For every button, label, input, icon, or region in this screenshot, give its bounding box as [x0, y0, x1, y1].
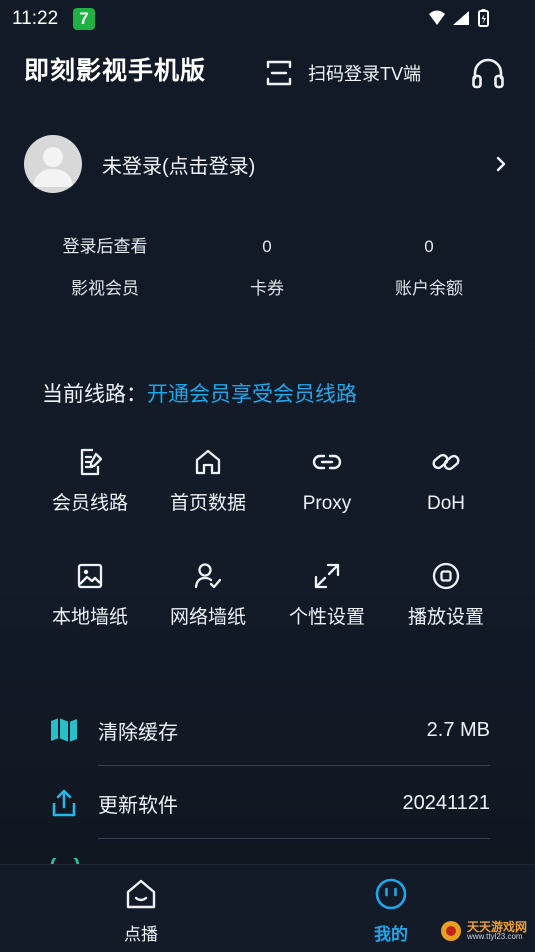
- site-watermark: 天天游戏网 www.ttyl23.com: [439, 917, 527, 945]
- wifi-icon: [429, 10, 445, 25]
- user-check-icon: [194, 563, 222, 589]
- route-label: 当前线路：: [42, 383, 147, 406]
- edit-document-icon: [80, 448, 103, 476]
- grid-item-label: 个性设置: [288, 607, 365, 628]
- vip-route-link[interactable]: 开通会员享受会员线路: [147, 383, 357, 406]
- divider: [98, 765, 490, 766]
- default-user-icon: [33, 147, 73, 187]
- stat-value: 0: [262, 237, 272, 256]
- nav-tab-vod[interactable]: 点播: [96, 877, 186, 945]
- stat-balance[interactable]: 0 账户余额: [348, 235, 510, 301]
- grid-item-label: 播放设置: [407, 607, 484, 628]
- stat-label: 卡券: [250, 279, 284, 298]
- grid-item-personal-settings[interactable]: 个性设置: [267, 560, 387, 630]
- nav-label: 点播: [124, 925, 158, 944]
- grid-item-home-data[interactable]: 首页数据: [148, 446, 268, 516]
- watermark-url: www.ttyl23.com: [466, 932, 523, 941]
- home-icon: [195, 449, 221, 475]
- list-item-update-software[interactable]: 更新软件 20241121: [48, 773, 490, 833]
- link-icon: [312, 454, 342, 470]
- app-title: 即刻影视手机版: [24, 57, 207, 85]
- expand-icon: [314, 563, 340, 589]
- stop-circle-icon: [432, 562, 460, 590]
- smile-icon: [375, 878, 407, 910]
- headset-icon[interactable]: [470, 56, 506, 92]
- scan-login-label: 扫码登录TV端: [308, 64, 422, 84]
- cache-size-value: 2.7 MB: [426, 718, 490, 741]
- stat-value: 0: [424, 237, 434, 256]
- stat-label: 影视会员: [71, 279, 139, 298]
- grid-item-label: 网络墙纸: [169, 607, 246, 628]
- watermark-logo-icon: [440, 921, 461, 941]
- status-bar: 11:22 7: [0, 0, 535, 36]
- share-upload-icon: [52, 789, 76, 817]
- grid-item-label: 首页数据: [169, 493, 246, 514]
- stat-coupons[interactable]: 0 卡券: [186, 235, 348, 301]
- avatar: [24, 135, 82, 193]
- image-icon: [77, 563, 103, 589]
- scan-login-tv-button[interactable]: 扫码登录TV端: [264, 56, 421, 90]
- nav-label: 我的: [374, 925, 408, 944]
- divider: [98, 838, 490, 839]
- chevron-right-icon: [496, 156, 506, 172]
- chain-link-icon: [432, 453, 460, 471]
- status-time: 11:22: [12, 8, 59, 29]
- nav-tab-mine[interactable]: 我的: [346, 877, 436, 945]
- app-notification-badge: 7: [73, 8, 95, 30]
- list-item-label: 清除缓存: [98, 721, 178, 744]
- login-prompt: 未登录(点击登录): [102, 155, 256, 178]
- stat-label: 账户余额: [395, 279, 463, 298]
- grid-item-network-wallpaper[interactable]: 网络墙纸: [148, 560, 268, 630]
- list-item-clear-cache[interactable]: 清除缓存 2.7 MB: [48, 700, 490, 760]
- grid-item-label: 本地墙纸: [51, 607, 128, 628]
- list-item-label: 更新软件: [98, 794, 178, 817]
- grid-item-label: DoH: [426, 493, 465, 514]
- grid-item-member-route[interactable]: 会员线路: [30, 446, 150, 516]
- current-route: 当前线路：开通会员享受会员线路: [42, 378, 357, 408]
- grid-item-label: Proxy: [302, 493, 352, 514]
- stat-membership[interactable]: 登录后查看 影视会员: [24, 235, 186, 301]
- version-value: 20241121: [402, 791, 491, 814]
- scan-icon: [266, 60, 292, 86]
- grid-item-playback-settings[interactable]: 播放设置: [386, 560, 506, 630]
- signal-icon: [453, 11, 469, 25]
- grid-item-label: 会员线路: [51, 493, 128, 514]
- grid-item-local-wallpaper[interactable]: 本地墙纸: [30, 560, 150, 630]
- grid-item-proxy[interactable]: Proxy: [267, 446, 387, 516]
- home-icon: [126, 879, 156, 909]
- system-status-icons: [429, 9, 489, 27]
- map-icon: [51, 718, 77, 742]
- grid-item-doh[interactable]: DoH: [386, 446, 506, 516]
- stat-value: 登录后查看: [62, 237, 148, 256]
- profile-login-row[interactable]: 未登录(点击登录): [24, 132, 510, 196]
